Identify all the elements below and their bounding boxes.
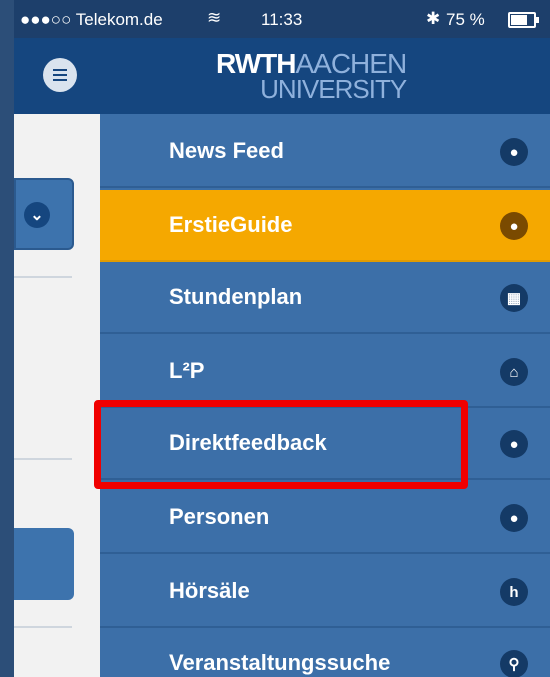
hamburger-menu-button[interactable]	[43, 58, 77, 92]
chevron-down-icon: ⌄	[24, 202, 50, 228]
menu-item-hoersaele[interactable]: Hörsäle h	[100, 556, 550, 628]
background-button[interactable]	[14, 528, 74, 600]
clock: 11:33	[261, 10, 303, 29]
menu-item-l2p[interactable]: L²P ⌂	[100, 336, 550, 408]
menu-item-label: Personen	[169, 504, 270, 529]
home-icon: ⌂	[500, 358, 528, 386]
menu-item-label: Veranstaltungssuche	[169, 650, 391, 675]
menu-item-stundenplan[interactable]: Stundenplan ▦	[100, 262, 550, 334]
divider	[14, 626, 72, 628]
menu-item-label: Stundenplan	[169, 284, 303, 309]
menu-item-erstieguide[interactable]: ErstieGuide ●	[100, 190, 550, 262]
battery-percentage: 75 %	[446, 10, 485, 29]
search-icon: ⚲	[500, 650, 528, 677]
divider	[14, 458, 72, 460]
side-menu: RWTHAACHEN UNIVERSITY News Feed ● Erstie…	[100, 38, 550, 677]
menu-item-label: Hörsäle	[169, 578, 250, 603]
status-bar: ●●●○○ Telekom.de ≋ 11:33 ✱ 75 %	[14, 0, 550, 38]
highlight-box	[94, 400, 468, 489]
person-icon: ●	[500, 430, 528, 458]
rwth-logo: RWTHAACHEN UNIVERSITY	[100, 38, 550, 114]
carrier-label: ●●●○○ Telekom.de	[20, 10, 163, 29]
menu-item-label: ErstieGuide	[169, 212, 293, 237]
phone-screen: ●●●○○ Telekom.de ≋ 11:33 ✱ 75 % ⌄ RWTHAA…	[14, 0, 550, 677]
menu-item-label: L²P	[169, 358, 205, 383]
menu-item-veranstaltungssuche[interactable]: Veranstaltungssuche ⚲	[100, 628, 550, 677]
bluetooth-icon: ✱	[426, 9, 441, 28]
background-page: ⌄	[14, 38, 100, 677]
h-icon: h	[500, 578, 528, 606]
person-icon: ●	[500, 504, 528, 532]
hamburger-icon	[53, 69, 67, 81]
device-frame: ●●●○○ Telekom.de ≋ 11:33 ✱ 75 % ⌄ RWTHAA…	[0, 0, 550, 677]
background-header	[14, 38, 100, 114]
speech-bubble-icon: ●	[500, 212, 528, 240]
background-dropdown[interactable]: ⌄	[14, 178, 74, 250]
menu-item-label: News Feed	[169, 138, 284, 163]
menu-item-personen[interactable]: Personen ●	[100, 482, 550, 554]
menu-item-news-feed[interactable]: News Feed ●	[100, 116, 550, 188]
battery-icon	[508, 12, 539, 28]
calendar-icon: ▦	[500, 284, 528, 312]
logo-university: UNIVERSITY	[260, 74, 407, 104]
speech-bubble-icon: ●	[500, 138, 528, 166]
wifi-icon: ≋	[207, 8, 222, 27]
divider	[14, 276, 72, 278]
